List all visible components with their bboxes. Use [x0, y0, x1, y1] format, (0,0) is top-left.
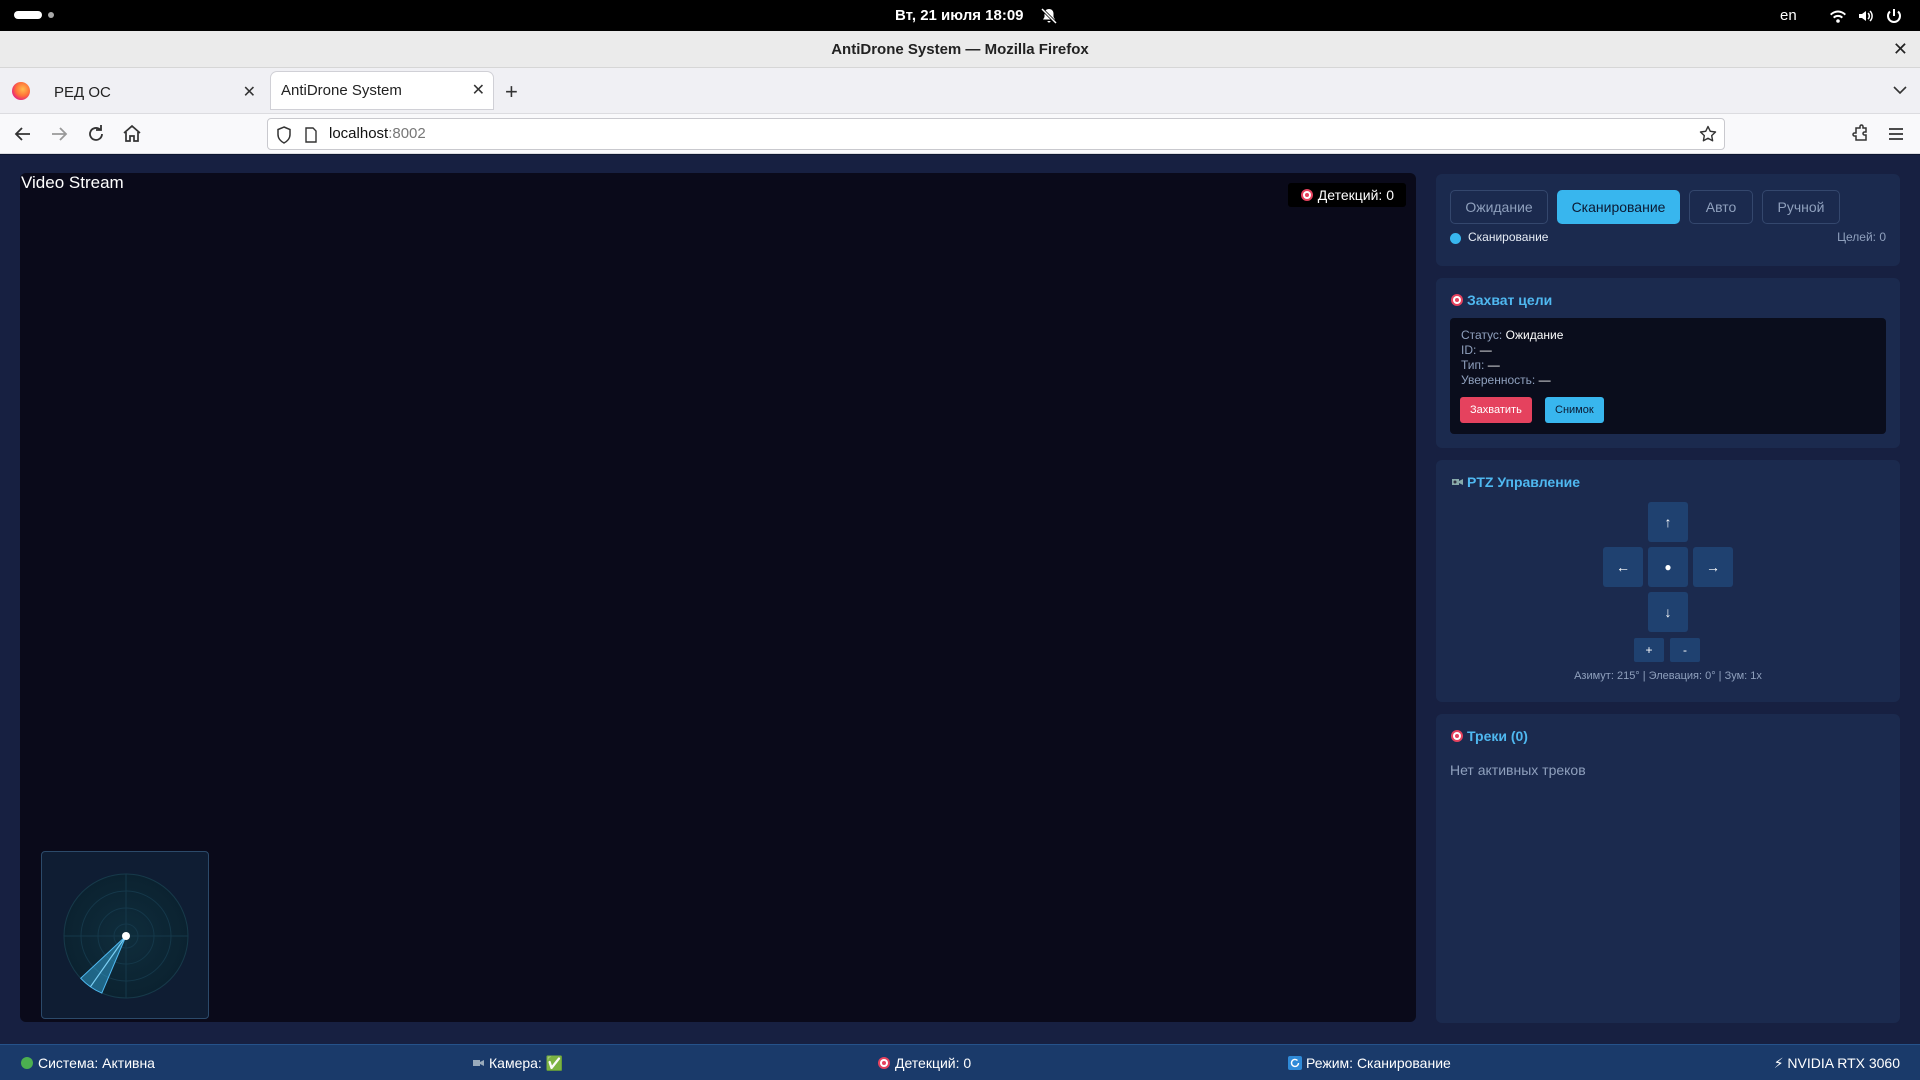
antidrone-app: Video Stream Детекций: 0 Ожидание Сканир…	[0, 155, 1920, 1044]
zoom-out-button[interactable]: -	[1670, 638, 1700, 662]
window-title-bar: AntiDrone System — Mozilla Firefox ✕	[0, 31, 1920, 68]
ptz-control-panel: PTZ Управление ↑ ← ● → ↓ + - Азимут: 215…	[1436, 460, 1900, 702]
mode-status-text: Сканирование	[1468, 230, 1549, 244]
ptz-down-button[interactable]: ↓	[1648, 592, 1688, 632]
list-all-tabs-icon[interactable]	[1892, 82, 1908, 98]
detections-badge: Детекций: 0	[1287, 183, 1406, 207]
capture-status-row: Статус: Ожидание	[1461, 328, 1564, 342]
video-stream-label: Video Stream	[21, 173, 124, 192]
status-system: Система: Активна	[20, 1045, 155, 1080]
tracks-panel: Треки (0) Нет активных треков	[1436, 714, 1900, 1023]
mode-status-indicator	[1450, 233, 1461, 244]
snapshot-button[interactable]: Снимок	[1545, 397, 1604, 423]
tab-red-os[interactable]: РЕД ОС ✕	[44, 72, 264, 114]
extensions-icon[interactable]	[1849, 122, 1873, 146]
target-icon	[1451, 730, 1463, 742]
status-camera: Камера: ✅	[471, 1045, 563, 1080]
ptz-right-button[interactable]: →	[1693, 547, 1733, 587]
camera-icon	[1452, 479, 1463, 485]
capture-panel-title: Захват цели	[1450, 292, 1552, 308]
tab-strip: РЕД ОС ✕ AntiDrone System ✕ +	[0, 68, 1920, 114]
volume-icon[interactable]	[1857, 7, 1875, 25]
url-bar[interactable]: localhost:8002	[267, 118, 1725, 150]
notifications-muted-icon[interactable]	[1040, 7, 1058, 25]
refresh-icon	[1288, 1056, 1302, 1070]
tab-antidrone-system[interactable]: AntiDrone System ✕	[271, 72, 493, 109]
tab-close-icon[interactable]: ✕	[472, 72, 485, 109]
keyboard-layout-indicator[interactable]: en	[1780, 0, 1797, 31]
video-stream-panel[interactable]: Video Stream Детекций: 0	[20, 173, 1416, 1022]
mode-auto-button[interactable]: Авто	[1689, 190, 1753, 224]
radar-center-dot	[122, 932, 130, 940]
activities-button[interactable]	[14, 11, 54, 20]
capture-confidence-row: Уверенность: —	[1461, 373, 1551, 387]
system-clock[interactable]: Вт, 21 июля 18:09	[895, 0, 1024, 31]
capture-id-row: ID: —	[1461, 343, 1492, 357]
target-icon	[878, 1057, 890, 1069]
mode-manual-button[interactable]: Ручной	[1762, 190, 1840, 224]
status-mode: Режим: Сканирование	[1288, 1045, 1451, 1080]
zoom-in-button[interactable]: +	[1634, 638, 1664, 662]
menu-hamburger-icon[interactable]	[1884, 122, 1908, 146]
tab-label: РЕД ОС	[54, 84, 111, 101]
tracks-empty-message: Нет активных треков	[1450, 762, 1586, 778]
camera-icon	[473, 1060, 484, 1066]
app-status-bar: Система: Активна Камера: ✅ Детекций: 0 Р…	[0, 1044, 1920, 1080]
radar-minimap	[41, 851, 209, 1019]
detections-badge-text: Детекций: 0	[1317, 187, 1394, 203]
navigation-toolbar: localhost:8002	[0, 114, 1920, 154]
tracking-protection-shield-icon[interactable]	[276, 126, 292, 144]
mode-scan-button[interactable]: Сканирование	[1557, 190, 1680, 224]
radar-display	[63, 873, 189, 999]
target-icon	[1451, 294, 1463, 306]
reload-icon[interactable]	[84, 122, 108, 146]
new-tab-button[interactable]: +	[505, 72, 518, 112]
forward-icon[interactable]	[47, 122, 71, 146]
window-title: AntiDrone System — Mozilla Firefox	[831, 41, 1089, 58]
mode-panel: Ожидание Сканирование Авто Ручной Сканир…	[1436, 174, 1900, 266]
wifi-icon[interactable]	[1829, 7, 1847, 25]
status-detections: Детекций: 0	[877, 1045, 971, 1080]
target-icon	[1300, 189, 1313, 201]
targets-count: Целей: 0	[1837, 230, 1886, 244]
tab-close-icon[interactable]: ✕	[243, 72, 256, 114]
target-capture-panel: Захват цели Статус: Ожидание ID: — Тип: …	[1436, 278, 1900, 448]
capture-info-box: Статус: Ожидание ID: — Тип: — Уверенност…	[1450, 318, 1886, 434]
capture-type-row: Тип: —	[1461, 358, 1500, 372]
green-circle-icon	[21, 1057, 33, 1069]
ptz-home-button[interactable]: ●	[1648, 547, 1688, 587]
page-info-icon[interactable]	[304, 127, 318, 143]
system-top-bar: Вт, 21 июля 18:09 en	[0, 0, 1920, 31]
tab-label: AntiDrone System	[281, 82, 402, 99]
bookmark-star-icon[interactable]	[1699, 125, 1717, 143]
power-icon[interactable]	[1885, 7, 1903, 25]
url-text[interactable]: localhost:8002	[329, 119, 426, 149]
ptz-left-button[interactable]: ←	[1603, 547, 1643, 587]
window-close-button[interactable]: ✕	[1893, 31, 1908, 68]
back-icon[interactable]	[11, 122, 35, 146]
ptz-position-info: Азимут: 215° | Элевация: 0° | Зум: 1x	[1574, 670, 1762, 682]
firefox-logo-icon	[12, 82, 30, 100]
status-gpu: ⚡ NVIDIA RTX 3060	[1773, 1055, 1900, 1071]
ptz-up-button[interactable]: ↑	[1648, 502, 1688, 542]
ptz-panel-title: PTZ Управление	[1450, 474, 1580, 490]
capture-button[interactable]: Захватить	[1460, 397, 1532, 423]
home-icon[interactable]	[120, 122, 144, 146]
tracks-panel-title: Треки (0)	[1450, 728, 1528, 744]
mode-idle-button[interactable]: Ожидание	[1450, 190, 1548, 224]
